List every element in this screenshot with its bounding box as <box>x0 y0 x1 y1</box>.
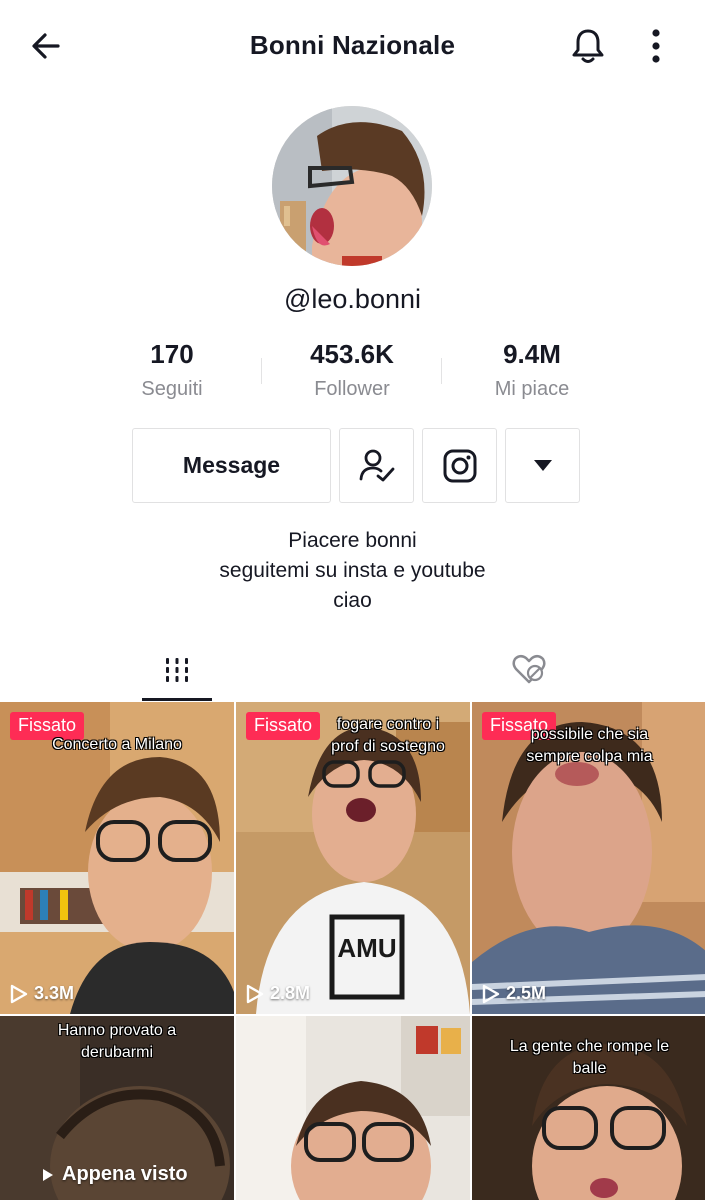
stat-label: Mi piace <box>494 378 570 400</box>
bio-line: seguitemi su insta e youtube <box>219 559 486 582</box>
recently-viewed-label: Appena visto <box>42 1163 188 1186</box>
stat-value: 170 <box>150 339 194 369</box>
video-thumbnail[interactable]: Fissato Concerto a Milano 3.3M <box>0 702 234 1014</box>
stat-followers[interactable]: 453.6K Follower <box>262 338 442 410</box>
video-thumbnail[interactable]: Hanno provato a derubarmi Appena visto <box>0 1016 234 1200</box>
bio-line: Piacere bonni <box>288 529 417 552</box>
profile-bio: Piacere bonni seguitemi su insta e youtu… <box>0 526 705 616</box>
stat-label: Seguiti <box>141 378 203 400</box>
stat-value: 9.4M <box>503 339 561 369</box>
view-count-text: 2.5M <box>506 983 547 1003</box>
stat-following[interactable]: 170 Seguiti <box>82 338 262 410</box>
profile-actions: Message <box>132 428 580 504</box>
stat-value: 453.6K <box>310 339 394 369</box>
video-caption: La gente che rompe le balle <box>509 1038 670 1077</box>
recently-viewed-text: Appena visto <box>62 1163 188 1185</box>
stat-label: Follower <box>314 378 390 400</box>
stat-likes[interactable]: 9.4M Mi piace <box>442 338 622 410</box>
view-count: 2.8M <box>246 983 310 1004</box>
video-caption: Hanno provato a derubarmi <box>57 1022 177 1061</box>
bio-line: ciao <box>333 589 372 612</box>
profile-username: @leo.bonni <box>283 284 421 314</box>
profile-tabs <box>0 640 705 702</box>
more-options-button[interactable] <box>636 24 676 68</box>
hidden-heart-icon <box>512 655 546 684</box>
user-check-icon <box>359 449 394 481</box>
active-tab-indicator <box>142 698 212 701</box>
grid-icon <box>166 658 188 682</box>
video-grid: Fissato Concerto a Milano 3.3M AMU Fissa… <box>0 702 705 1200</box>
video-thumbnail[interactable]: Fissato possibile che sia sempre colpa m… <box>472 702 705 1014</box>
play-outline-icon <box>246 984 264 1003</box>
tab-liked[interactable] <box>494 640 564 700</box>
play-outline-icon <box>10 984 28 1003</box>
play-outline-icon <box>482 984 500 1003</box>
video-caption: possibile che sia sempre colpa mia <box>526 726 653 765</box>
video-thumbnail[interactable] <box>236 1016 470 1200</box>
instagram-button[interactable] <box>422 428 497 503</box>
instagram-icon <box>443 449 476 482</box>
view-count-text: 2.8M <box>270 983 311 1003</box>
notifications-button[interactable] <box>566 24 610 68</box>
following-button[interactable] <box>339 428 414 503</box>
profile-stats: 170 Seguiti 453.6K Follower 9.4M Mi piac… <box>82 338 622 410</box>
more-vertical-icon <box>652 29 660 63</box>
top-bar: Bonni Nazionale <box>0 0 705 92</box>
video-thumbnail[interactable]: La gente che rompe le balle <box>472 1016 705 1200</box>
bell-icon <box>572 29 604 63</box>
caret-down-icon <box>533 459 552 471</box>
more-actions-dropdown[interactable] <box>505 428 580 503</box>
video-caption: fogare contro i prof di sostegno <box>331 716 445 755</box>
video-thumbnail-image <box>236 1016 470 1200</box>
view-count: 2.5M <box>482 983 546 1004</box>
view-count: 3.3M <box>10 983 74 1004</box>
video-caption: Concerto a Milano <box>52 736 182 753</box>
view-count-text: 3.3M <box>34 983 75 1003</box>
tab-videos[interactable] <box>142 640 212 700</box>
svg-text:AMU: AMU <box>337 933 396 963</box>
video-thumbnail[interactable]: AMU Fissato fogare contro i prof di sost… <box>236 702 470 1014</box>
message-button[interactable]: Message <box>132 428 331 503</box>
profile-avatar[interactable] <box>272 106 432 266</box>
play-filled-icon <box>43 1168 53 1181</box>
